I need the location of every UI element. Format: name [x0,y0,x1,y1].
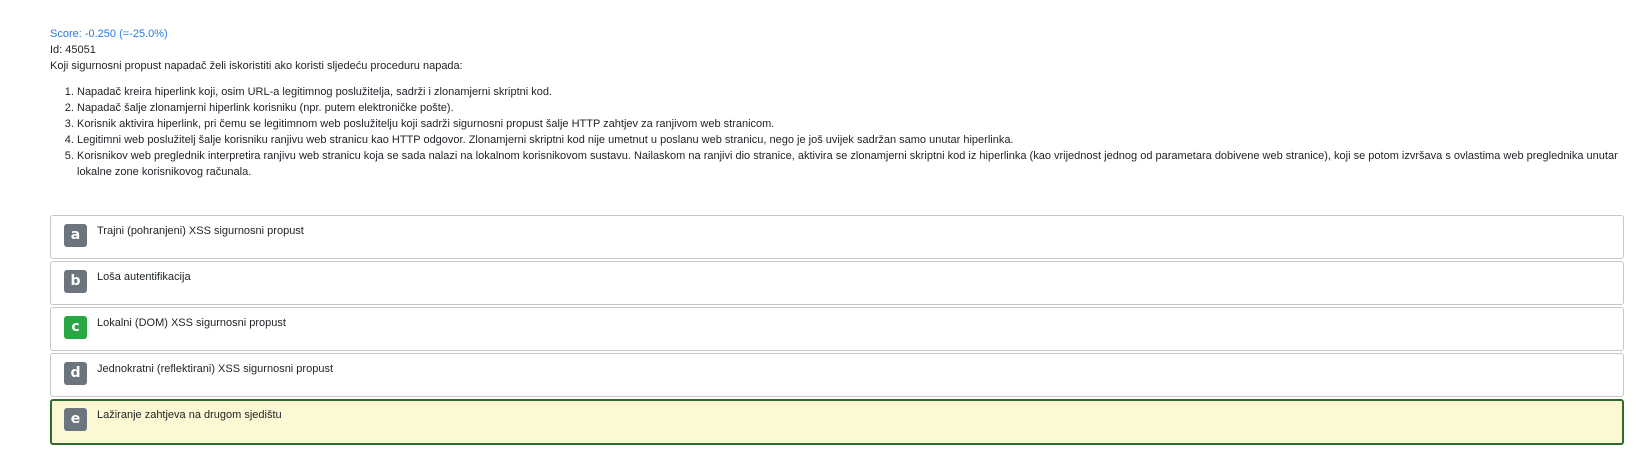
answer-text: Lažiranje zahtjeva na drugom sjedištu [97,409,282,421]
answer-option-e[interactable]: e Lažiranje zahtjeva na drugom sjedištu [50,399,1624,445]
answer-option-a[interactable]: a Trajni (pohranjeni) XSS sigurnosni pro… [50,215,1624,259]
procedure-step: Korisnik aktivira hiperlink, pri čemu se… [77,116,1624,132]
answer-option-c[interactable]: c Lokalni (DOM) XSS sigurnosni propust [50,307,1624,351]
answer-text: Jednokratni (reflektirani) XSS sigurnosn… [97,363,334,375]
procedure-step: Napadač šalje zlonamjerni hiperlink kori… [77,100,1624,116]
question-id: Id: 45051 [50,44,96,56]
score-text: Score: -0.250 (=-25.0%) [50,28,168,40]
answer-text: Lokalni (DOM) XSS sigurnosni propust [97,317,286,329]
procedure-steps: Napadač kreira hiperlink koji, osim URL-… [50,84,1624,180]
question-panel: Score: -0.250 (=-25.0%) Id: 45051 Koji s… [50,26,1624,180]
procedure-step: Korisnikov web preglednik interpretira r… [77,148,1624,180]
procedure-step: Legitimni web poslužitelj šalje korisnik… [77,132,1624,148]
answer-option-b[interactable]: b Loša autentifikacija [50,261,1624,305]
answer-letter-badge: e [64,408,87,431]
answer-letter-badge: b [64,270,87,293]
answer-text: Trajni (pohranjeni) XSS sigurnosni propu… [97,225,304,237]
answer-option-d[interactable]: d Jednokratni (reflektirani) XSS sigurno… [50,353,1624,397]
answer-letter-badge: d [64,362,87,385]
answer-letter-badge: a [64,224,87,247]
question-text: Koji sigurnosni propust napadač želi isk… [50,60,463,72]
procedure-step: Napadač kreira hiperlink koji, osim URL-… [77,84,1624,100]
answer-text: Loša autentifikacija [97,271,191,283]
answer-letter-badge-correct: c [64,316,87,339]
answer-list: a Trajni (pohranjeni) XSS sigurnosni pro… [50,215,1624,447]
